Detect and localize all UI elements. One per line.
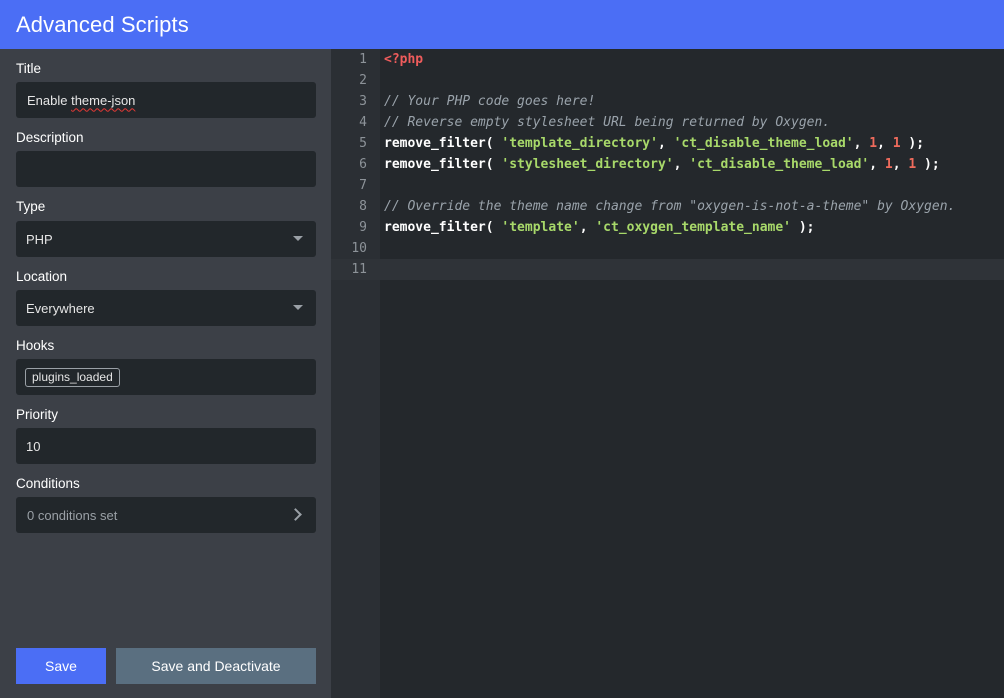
code-line[interactable]: 7 bbox=[331, 175, 1004, 196]
code-token: 'template_directory' bbox=[501, 136, 658, 151]
code-token: ); bbox=[900, 136, 925, 151]
hooks-input[interactable]: plugins_loaded bbox=[16, 359, 316, 395]
code-line[interactable]: 3 // Your PHP code goes here! bbox=[331, 91, 1004, 112]
code-token: <?php bbox=[384, 52, 424, 67]
code-line[interactable]: 8 // Override the theme name change from … bbox=[331, 196, 1004, 217]
conditions-label: Conditions bbox=[16, 476, 80, 491]
line-number: 1 bbox=[359, 52, 367, 67]
code-token: , bbox=[657, 136, 674, 151]
hook-tag[interactable]: plugins_loaded bbox=[25, 367, 120, 387]
hooks-label: Hooks bbox=[16, 338, 55, 353]
code-token: remove_filter bbox=[384, 220, 486, 235]
code-token: 'ct_disable_theme_load' bbox=[689, 157, 870, 172]
code-editor[interactable]: 1 <?php 2 3 // Your PHP code goes here! 4 // R… bbox=[331, 49, 1004, 698]
code-token: 'template' bbox=[501, 220, 580, 235]
code-token: 'stylesheet_directory' bbox=[501, 157, 674, 172]
title-label: Title bbox=[16, 61, 42, 76]
code-text: remove_filter( 'template_directory', 'ct… bbox=[384, 133, 924, 154]
code-token: ( bbox=[485, 157, 502, 172]
line-number: 3 bbox=[359, 94, 367, 109]
code-token: // Override the theme name change from "… bbox=[384, 199, 956, 214]
code-line[interactable]: 9 remove_filter( 'template', 'ct_oxygen_t… bbox=[331, 217, 1004, 238]
code-text: // Your PHP code goes here! bbox=[384, 91, 595, 112]
save-button[interactable]: Save bbox=[16, 648, 106, 684]
code-text: remove_filter( 'stylesheet_directory', '… bbox=[384, 154, 940, 175]
priority-input[interactable]: 10 bbox=[16, 428, 316, 464]
line-number: 11 bbox=[351, 262, 367, 277]
code-token: // Reverse empty stylesheet URL being re… bbox=[384, 115, 831, 130]
line-number: 4 bbox=[359, 115, 367, 130]
code-token: , bbox=[869, 157, 885, 172]
code-token: 'ct_oxygen_template_name' bbox=[595, 220, 792, 235]
code-token: 1 bbox=[884, 157, 893, 172]
code-text: remove_filter( 'template', 'ct_oxygen_te… bbox=[384, 217, 815, 238]
code-line[interactable]: 2 bbox=[331, 70, 1004, 91]
code-text: <?php bbox=[384, 49, 423, 70]
code-line[interactable]: 4 // Reverse empty stylesheet URL being r… bbox=[331, 112, 1004, 133]
title-input[interactable]: Enable theme-json bbox=[16, 82, 316, 118]
line-number: 6 bbox=[359, 157, 367, 172]
code-token: ); bbox=[916, 157, 940, 172]
line-number: 2 bbox=[359, 73, 367, 88]
description-input[interactable] bbox=[16, 151, 316, 187]
priority-value: 10 bbox=[26, 438, 41, 454]
line-number: 10 bbox=[351, 241, 367, 256]
code-token: ( bbox=[485, 136, 502, 151]
title-value: Enable theme-json bbox=[27, 92, 136, 108]
caret-down-icon bbox=[293, 236, 303, 241]
type-label: Type bbox=[16, 199, 46, 214]
location-label: Location bbox=[16, 269, 68, 284]
line-number: 9 bbox=[359, 220, 367, 235]
priority-label: Priority bbox=[16, 407, 59, 422]
caret-down-icon bbox=[293, 305, 303, 310]
code-token: // Your PHP code goes here! bbox=[384, 94, 596, 109]
description-label: Description bbox=[16, 130, 84, 145]
line-number: 8 bbox=[359, 199, 367, 214]
conditions-selector[interactable]: 0 conditions set bbox=[16, 497, 316, 533]
code-token: 1 bbox=[869, 136, 878, 151]
type-select[interactable]: PHP bbox=[16, 221, 316, 257]
code-line[interactable]: 5 remove_filter( 'template_directory', 'c… bbox=[331, 133, 1004, 154]
code-token: 'ct_disable_theme_load' bbox=[673, 136, 854, 151]
code-line[interactable]: 6 remove_filter( 'stylesheet_directory', … bbox=[331, 154, 1004, 175]
page-title: Advanced Scripts bbox=[16, 11, 189, 37]
save-and-deactivate-button[interactable]: Save and Deactivate bbox=[116, 648, 316, 684]
code-token: , bbox=[877, 136, 893, 151]
code-line[interactable]: 10 bbox=[331, 238, 1004, 259]
code-token: remove_filter bbox=[384, 157, 486, 172]
line-number: 5 bbox=[359, 136, 367, 151]
line-number: 7 bbox=[359, 178, 367, 193]
code-token: , bbox=[853, 136, 870, 151]
chevron-right-icon bbox=[289, 508, 302, 521]
code-token: ); bbox=[791, 220, 815, 235]
type-selected-value: PHP bbox=[26, 231, 53, 247]
code-line[interactable]: 11 bbox=[331, 259, 1004, 280]
code-text: // Reverse empty stylesheet URL being re… bbox=[384, 112, 830, 133]
code-line[interactable]: 1 <?php bbox=[331, 49, 1004, 70]
app-header: Advanced Scripts bbox=[0, 0, 1004, 49]
code-token: , bbox=[673, 157, 690, 172]
conditions-summary: 0 conditions set bbox=[27, 507, 118, 523]
code-token: remove_filter bbox=[384, 136, 486, 151]
script-settings-sidebar: Title Enable theme-json Description Type… bbox=[0, 49, 331, 698]
code-token: , bbox=[579, 220, 596, 235]
code-token: , bbox=[892, 157, 909, 172]
code-token: 1 bbox=[892, 136, 901, 151]
location-selected-value: Everywhere bbox=[26, 300, 95, 316]
code-token: ( bbox=[485, 220, 502, 235]
code-text: // Override the theme name change from "… bbox=[384, 196, 955, 217]
location-select[interactable]: Everywhere bbox=[16, 290, 316, 326]
